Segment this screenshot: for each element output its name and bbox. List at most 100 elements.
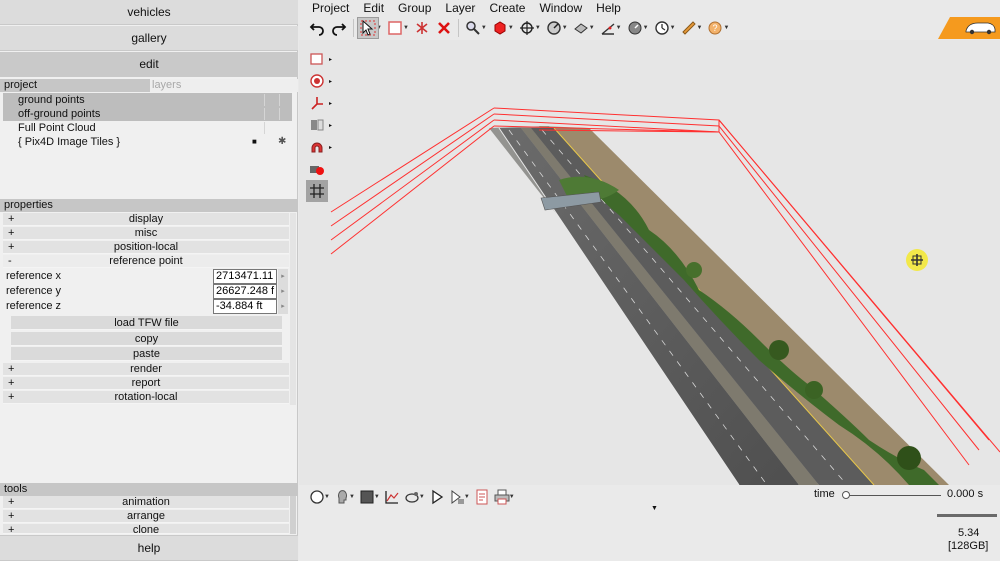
circle-icon[interactable] — [307, 487, 327, 507]
layer-label: Full Point Cloud — [18, 122, 96, 134]
property-rotation-local[interactable]: + rotation-local — [3, 391, 289, 404]
paste-button[interactable]: paste — [11, 347, 282, 361]
menu-window[interactable]: Window — [532, 0, 589, 16]
copy-button[interactable]: copy — [11, 332, 282, 346]
reference-z-label: reference z — [6, 300, 62, 312]
head-icon[interactable] — [332, 487, 352, 507]
angle-icon[interactable] — [597, 17, 619, 39]
help-circle-icon[interactable]: ? — [704, 17, 726, 39]
clock-icon[interactable] — [651, 17, 673, 39]
axes-icon[interactable]: ▸ — [306, 92, 332, 114]
property-render[interactable]: + render — [3, 363, 289, 376]
property-report[interactable]: + report — [3, 377, 289, 390]
split-icon[interactable] — [411, 17, 433, 39]
property-display[interactable]: + display — [3, 213, 289, 226]
tree — [769, 340, 789, 360]
material-swatch-icon[interactable] — [357, 487, 377, 507]
measure-icon[interactable] — [543, 17, 565, 39]
lock-toggle[interactable] — [279, 94, 291, 106]
project-tab[interactable]: project — [4, 79, 37, 91]
visibility-toggle[interactable] — [264, 122, 276, 134]
help-button[interactable]: help — [0, 535, 298, 561]
3d-viewport[interactable] — [299, 40, 1000, 485]
tool-arrange[interactable]: + arrange — [3, 510, 289, 523]
clip-plane-icon[interactable]: ▸ — [306, 114, 332, 136]
tool-label: clone — [132, 524, 160, 534]
layer-row-full-point-cloud[interactable]: Full Point Cloud — [3, 121, 292, 135]
reference-z-spinner[interactable]: ▸ — [278, 299, 288, 314]
asterisk-icon[interactable]: ✱ — [278, 135, 286, 149]
lock-toggle[interactable] — [279, 108, 291, 120]
tool-clone[interactable]: + clone — [3, 524, 289, 534]
property-label: render — [130, 363, 162, 375]
edit-button[interactable]: edit — [0, 52, 298, 77]
layers-tab[interactable]: layers — [150, 79, 298, 92]
gallery-button[interactable]: gallery — [0, 26, 298, 51]
menu-group[interactable]: Group — [391, 0, 438, 16]
select-pointer-icon[interactable] — [357, 17, 379, 39]
camera-frame-icon[interactable]: ▸ — [306, 48, 332, 70]
menu-layer[interactable]: Layer — [438, 0, 482, 16]
point-cloud-scene — [330, 107, 1000, 485]
reference-x-input[interactable]: 2713471.11 — [213, 269, 277, 284]
expand-sign: + — [8, 496, 15, 508]
expand-sign: + — [8, 363, 15, 375]
plane-icon[interactable] — [570, 17, 592, 39]
magnet-icon[interactable]: ▸ — [306, 136, 332, 158]
graph-icon[interactable] — [382, 487, 402, 507]
main-toolbar: ▼ ▼ ▼ ▼ ▼ ▼ ▼ ▼ ▼ ▼ ▼ ? ▼ — [306, 17, 736, 39]
move-crosshair-icon[interactable] — [516, 17, 538, 39]
print-icon[interactable] — [492, 487, 512, 507]
layer-row-ground-points[interactable]: ground points — [3, 93, 292, 107]
record-camera-icon[interactable] — [306, 158, 328, 180]
record-target-icon[interactable]: ▸ — [306, 70, 332, 92]
menu-project[interactable]: Project — [306, 0, 356, 16]
reference-y-spinner[interactable]: ▸ — [278, 284, 288, 299]
property-reference-point[interactable]: - reference point — [3, 255, 289, 268]
report-icon[interactable] — [472, 487, 492, 507]
vehicles-button[interactable]: vehicles — [0, 0, 298, 25]
ruler-icon[interactable] — [678, 17, 700, 39]
layer-row-image-tiles[interactable]: { Pix4D Image Tiles } ■ ✱ — [3, 135, 292, 149]
play-icon[interactable] — [427, 487, 447, 507]
tool-animation[interactable]: + animation — [3, 496, 289, 509]
cube-icon[interactable] — [489, 17, 511, 39]
properties-header: properties — [0, 199, 298, 212]
navigation-gizmo-icon[interactable] — [906, 249, 928, 271]
reference-x-spinner[interactable]: ▸ — [278, 269, 288, 284]
undo-icon[interactable] — [306, 17, 328, 39]
time-slider-handle[interactable] — [842, 491, 850, 499]
play-settings-icon[interactable] — [447, 487, 467, 507]
reference-z-input[interactable]: -34.884 ft — [213, 299, 277, 314]
menu-edit[interactable]: Edit — [356, 0, 391, 16]
layer-label: { Pix4D Image Tiles } — [18, 136, 121, 148]
visibility-toggle[interactable] — [264, 94, 276, 106]
load-tfw-file-button[interactable]: load TFW file — [11, 316, 282, 330]
loading-progress-bar — [937, 514, 997, 517]
layer-row-off-ground-points[interactable]: off-ground points — [3, 107, 292, 121]
menu-help[interactable]: Help — [589, 0, 628, 16]
properties-scrollbar[interactable] — [290, 213, 296, 405]
property-label: report — [131, 377, 161, 389]
property-position-local[interactable]: + position-local — [3, 241, 289, 254]
delete-icon[interactable] — [433, 17, 455, 39]
vehicle-badge-icon[interactable] — [938, 17, 1000, 39]
path-camera-icon[interactable] — [402, 487, 422, 507]
tools-scrollbar[interactable] — [290, 496, 296, 534]
redo-icon[interactable] — [328, 17, 350, 39]
gauge-icon[interactable] — [624, 17, 646, 39]
visibility-toggle[interactable] — [264, 108, 276, 120]
time-slider-track[interactable] — [845, 495, 941, 496]
bottom-bar: ▼ ▼ ▼ ▼ ▼ ▼ ▼ time 0.000 s 5.34 [128GB] — [299, 485, 1000, 561]
expand-arrow-icon[interactable]: ▼ — [651, 505, 658, 512]
property-label: reference point — [109, 255, 183, 267]
zoom-icon[interactable] — [462, 17, 484, 39]
menu-create[interactable]: Create — [482, 0, 532, 16]
grid-icon[interactable] — [306, 180, 328, 202]
reference-y-input[interactable]: 26627.248 f — [213, 284, 277, 299]
property-misc[interactable]: + misc — [3, 227, 289, 240]
reference-y-label: reference y — [6, 285, 62, 297]
folder-icon[interactable]: ■ — [252, 135, 257, 149]
expand-sign: + — [8, 524, 15, 534]
box-select-icon[interactable] — [384, 17, 406, 39]
